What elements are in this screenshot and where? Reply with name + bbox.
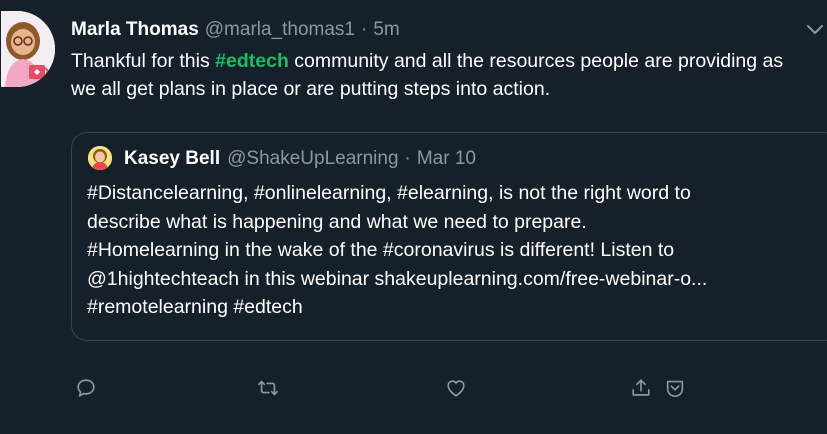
quoted-avatar-illustration-icon bbox=[88, 146, 112, 170]
quoted-tweet[interactable]: Kasey Bell @ShakeUpLearning · Mar 10 #Di… bbox=[71, 132, 827, 341]
quoted-text-line: @1hightechteach in this webinar shakeupl… bbox=[87, 267, 708, 290]
chevron-down-icon[interactable] bbox=[803, 17, 827, 41]
tweet-timestamp[interactable]: 5m bbox=[373, 19, 399, 41]
like-icon[interactable] bbox=[442, 374, 470, 402]
quoted-text-line: #Distancelearning, #onlinelearning, #ele… bbox=[87, 182, 691, 204]
hashtag-link[interactable]: #edtech bbox=[215, 50, 289, 72]
author-name[interactable]: Marla Thomas bbox=[71, 19, 199, 41]
author-avatar[interactable] bbox=[1, 11, 55, 87]
tweet-menu-icon[interactable] bbox=[661, 374, 689, 402]
quoted-text-line: describe what is happening and what we n… bbox=[87, 210, 587, 233]
separator-dot: · bbox=[361, 19, 368, 40]
quoted-author-handle[interactable]: @ShakeUpLearning bbox=[227, 148, 398, 170]
reply-icon[interactable] bbox=[72, 374, 100, 402]
author-handle[interactable]: @marla_thomas1 bbox=[205, 19, 355, 41]
quoted-tweet-header: Kasey Bell @ShakeUpLearning · Mar 10 bbox=[124, 145, 476, 173]
avatar-illustration-icon bbox=[1, 11, 55, 87]
tweet-text-part: Thankful for this bbox=[71, 50, 216, 72]
share-icon[interactable] bbox=[627, 374, 655, 402]
retweet-icon[interactable] bbox=[254, 374, 282, 402]
quoted-text-line: #Homelearning in the wake of the #corona… bbox=[87, 239, 675, 261]
tweet-card[interactable]: Marla Thomas @marla_thomas1 · 5m Thankfu… bbox=[0, 0, 827, 434]
quoted-author-name[interactable]: Kasey Bell bbox=[124, 148, 220, 170]
tweet-header: Marla Thomas @marla_thomas1 · 5m bbox=[71, 16, 400, 44]
tweet-text: Thankful for this #edtech community and … bbox=[71, 47, 811, 103]
quoted-tweet-date[interactable]: Mar 10 bbox=[417, 148, 476, 170]
quoted-author-avatar[interactable] bbox=[88, 146, 112, 170]
quoted-text-line: #remotelearning #edtech bbox=[87, 296, 303, 318]
quoted-tweet-text: #Distancelearning, #onlinelearning, #ele… bbox=[87, 179, 827, 322]
separator-dot: · bbox=[404, 148, 411, 169]
